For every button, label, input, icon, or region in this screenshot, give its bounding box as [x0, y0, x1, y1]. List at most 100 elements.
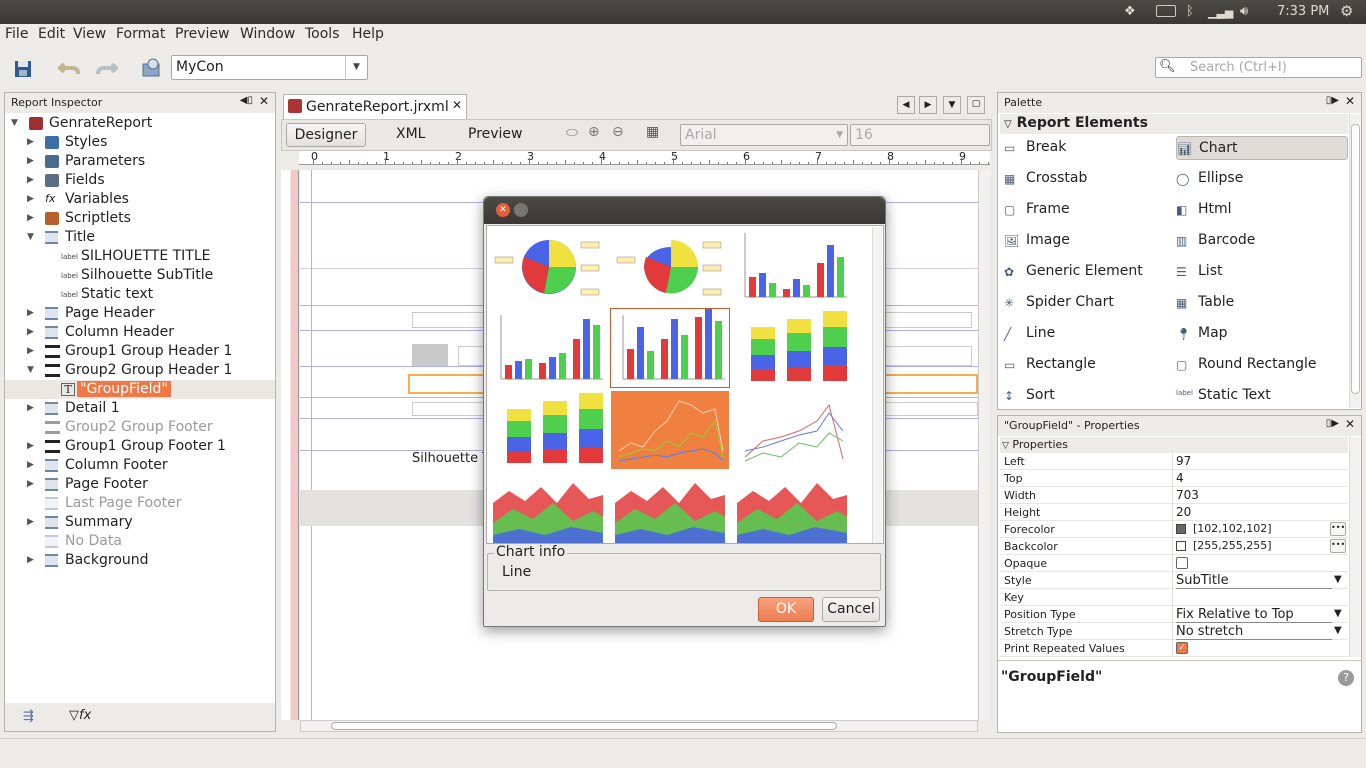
tree-item[interactable]: ▶ Group1 Group Footer 1 — [5, 437, 275, 456]
palette-item-frame[interactable]: ▢ Frame — [1004, 198, 1176, 222]
pie-3d-chart-icon[interactable] — [611, 227, 729, 305]
expanded-arrow-icon[interactable]: ▼ — [27, 365, 34, 375]
palette-item-table[interactable]: ▦ Table — [1176, 291, 1348, 315]
property-row[interactable]: Top 4 — [1000, 470, 1348, 487]
tree-item[interactable]: ▶ Parameters — [5, 152, 275, 171]
tree-item[interactable]: ▶ Summary — [5, 513, 275, 532]
tree-item[interactable]: No Data — [5, 532, 275, 551]
property-value[interactable]: No stretch — [1176, 624, 1332, 640]
tree-item[interactable]: ▶ Page Header — [5, 304, 275, 323]
maximize-icon[interactable]: ▢ — [967, 96, 985, 114]
palette-item-ellipse[interactable]: ◯ Ellipse — [1176, 167, 1348, 191]
collapsed-arrow-icon[interactable]: ▶ — [27, 194, 34, 204]
property-row[interactable]: Left 97 — [1000, 453, 1348, 470]
tree-item[interactable]: ▶ Fields — [5, 171, 275, 190]
zoom-in-icon[interactable]: ⊕ — [588, 124, 600, 140]
collapsed-arrow-icon[interactable]: ▶ — [27, 175, 34, 185]
property-value[interactable]: 703 — [1176, 488, 1199, 502]
collapsed-arrow-icon[interactable]: ▶ — [27, 479, 34, 489]
help-icon[interactable]: ? — [1338, 670, 1354, 686]
property-row[interactable]: Print Repeated Values ✓ — [1000, 640, 1348, 657]
palette-item-spider-chart[interactable]: ✳ Spider Chart — [1004, 291, 1176, 315]
property-row[interactable]: Style ▼ SubTitle — [1000, 572, 1348, 589]
horizontal-scroll-thumb[interactable] — [331, 722, 837, 730]
palette-item-chart[interactable]: 📊︎ Chart — [1176, 136, 1348, 160]
property-value[interactable]: [102,102,102] — [1193, 522, 1272, 535]
properties-scrollbar[interactable] — [1349, 437, 1361, 657]
palette-item-sort[interactable]: ↕ Sort — [1004, 384, 1176, 408]
checkbox[interactable]: ✓ — [1176, 642, 1188, 654]
vertical-scrollbar[interactable] — [978, 170, 990, 720]
chevron-down-icon[interactable]: ▼ — [1334, 574, 1342, 585]
tab-close-icon[interactable]: ✕ — [452, 98, 462, 112]
property-row[interactable]: Opaque — [1000, 555, 1348, 572]
color-swatch[interactable] — [1176, 541, 1186, 551]
collapsed-arrow-icon[interactable]: ▶ — [27, 213, 34, 223]
palette-item-rectangle[interactable]: ▭ Rectangle — [1004, 353, 1176, 377]
canvas-static-text[interactable]: Silhouette T — [412, 451, 490, 466]
tree-item[interactable]: label Silhouette SubTitle — [5, 266, 275, 285]
xml-mode-button[interactable]: XML — [396, 126, 425, 142]
gallery-scrollbar[interactable] — [872, 227, 882, 543]
bar-chart-icon[interactable] — [733, 227, 851, 305]
property-row[interactable]: Width 703 — [1000, 487, 1348, 504]
expression-filter-icon[interactable]: ▽fx — [69, 708, 91, 723]
scroll-tabs-left-icon[interactable]: ◀ — [897, 96, 915, 114]
area-chart-icon[interactable] — [489, 473, 607, 543]
close-icon[interactable]: ✕ — [1345, 94, 1355, 108]
tree-item[interactable]: Last Page Footer — [5, 494, 275, 513]
tree-item[interactable]: ▼ Title — [5, 228, 275, 247]
properties-section[interactable]: ▽ Properties — [1000, 437, 1348, 453]
stacked-bar-chart-icon[interactable] — [733, 309, 851, 387]
expanded-arrow-icon[interactable]: ▼ — [27, 232, 34, 242]
collapsed-arrow-icon[interactable]: ▶ — [27, 308, 34, 318]
zoom-fit-icon[interactable]: ⬭ — [566, 125, 578, 141]
menu-view[interactable]: View — [73, 26, 106, 42]
image-element[interactable] — [412, 344, 448, 366]
bar-3d-chart-icon[interactable] — [489, 309, 607, 387]
font-size-select[interactable]: 16 — [850, 124, 990, 146]
property-value[interactable]: 4 — [1176, 471, 1184, 485]
palette-item-static-text[interactable]: label Static Text — [1176, 384, 1348, 408]
editor-tab[interactable]: GenrateReport.jrxml ✕ — [283, 94, 467, 119]
collapsed-arrow-icon[interactable]: ▶ — [27, 327, 34, 337]
palette-item-generic-element[interactable]: ✿ Generic Element — [1004, 260, 1176, 284]
tree-item[interactable]: label Static text — [5, 285, 275, 304]
ok-button[interactable]: OK — [758, 597, 814, 622]
tree-item[interactable]: ▶ Scriptlets — [5, 209, 275, 228]
line-chart-icon[interactable] — [611, 391, 729, 469]
tab-list-icon[interactable]: ▼ — [943, 96, 961, 114]
property-value[interactable]: Fix Relative to Top — [1176, 607, 1332, 623]
network-icon[interactable]: ▁▃▅ — [1208, 6, 1233, 19]
expand-all-icon[interactable]: ⇶ — [23, 709, 34, 724]
collapse-icon[interactable]: ▽ — [1004, 119, 1012, 130]
zoom-out-icon[interactable]: ⊖ — [612, 124, 624, 140]
collapse-icon[interactable]: ▽ — [1002, 441, 1009, 451]
bluetooth-icon[interactable]: ᛒ — [1186, 4, 1194, 19]
ellipsis-button[interactable]: ••• — [1330, 539, 1346, 553]
expanded-arrow-icon[interactable]: ▼ — [11, 118, 18, 128]
designer-mode-button[interactable]: Designer — [286, 123, 366, 147]
palette-scroll-thumb[interactable] — [1351, 124, 1360, 394]
palette-item-break[interactable]: ▭ Break — [1004, 136, 1176, 160]
palette-item-image[interactable]: 🖼︎ Image — [1004, 229, 1176, 253]
palette-item-crosstab[interactable]: ▦ Crosstab — [1004, 167, 1176, 191]
bar-xy-chart-icon[interactable] — [610, 308, 730, 388]
palette-item-map[interactable]: 📍︎ Map — [1176, 322, 1348, 346]
horizontal-scrollbar[interactable] — [300, 720, 978, 732]
palette-item-html[interactable]: ◧ Html — [1176, 198, 1348, 222]
menu-tools[interactable]: Tools — [305, 26, 340, 42]
xy-line-chart-icon[interactable] — [733, 391, 851, 469]
ellipsis-button[interactable]: ••• — [1330, 522, 1346, 536]
chevron-down-icon[interactable]: ▼ — [1334, 625, 1342, 636]
search-input[interactable]: 🔍︎ Search (Ctrl+I) — [1155, 57, 1362, 78]
settings-gear-icon[interactable]: ⚙ — [1340, 2, 1353, 20]
tree-item[interactable]: Group2 Group Footer — [5, 418, 275, 437]
close-icon[interactable]: ✕ — [1345, 417, 1355, 431]
menu-edit[interactable]: Edit — [38, 26, 65, 42]
property-value[interactable]: [255,255,255] — [1193, 539, 1272, 552]
property-value[interactable]: 97 — [1176, 454, 1191, 468]
palette-item-round-rectangle[interactable]: ▢ Round Rectangle — [1176, 353, 1348, 377]
tree-item[interactable]: ▶ Detail 1 — [5, 399, 275, 418]
tree-item[interactable]: T "GroupField" — [5, 380, 275, 399]
